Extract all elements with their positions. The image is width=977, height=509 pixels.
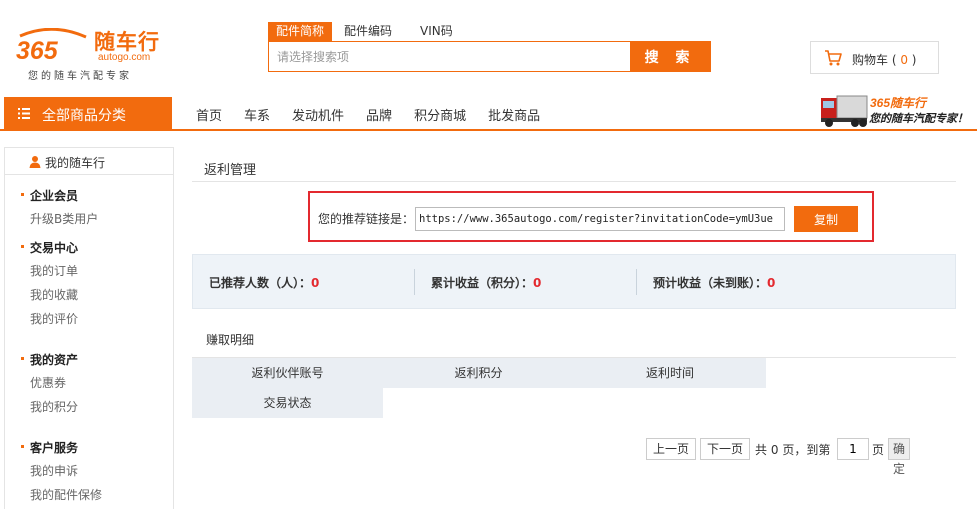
referral-link-box: 您的推荐链接是： 复制 — [308, 191, 874, 242]
logo-slogan: 您的随车汽配专家 — [28, 71, 132, 82]
stat-expected-earnings-value: 0 — [767, 276, 776, 290]
search-tab-vin[interactable]: VIN码 — [412, 22, 461, 41]
stat-divider — [636, 269, 637, 295]
sidebar-group-assets: 我的资产 — [21, 351, 78, 368]
sidebar-group-service: 客户服务 — [21, 439, 78, 456]
cart-button[interactable]: 购物车 ( 0 ) — [810, 41, 939, 74]
sidebar-link-orders[interactable]: 我的订单 — [30, 262, 78, 279]
sidebar-group-enterprise: 企业会员 — [21, 187, 78, 204]
logo-mark-text: 365 — [16, 37, 59, 62]
page-title-bar: 返利管理 — [192, 157, 956, 182]
logo-domain: autogo.com — [98, 52, 151, 63]
nav-item-brand[interactable]: 品牌 — [366, 105, 392, 124]
table-header-status: 交易状态 — [192, 388, 383, 418]
stat-referred: 已推荐人数（人）：0 — [209, 276, 320, 290]
stat-divider — [414, 269, 415, 295]
cart-count: 0 — [900, 53, 908, 67]
banner-brand: 365随车行 — [870, 96, 927, 110]
menu-icon — [18, 108, 30, 119]
stat-total-earnings-value: 0 — [533, 276, 542, 290]
user-sidebar: 我的随车行 企业会员 升级B类用户 交易中心 我的订单 我的收藏 我的评价 我的… — [4, 147, 174, 509]
stat-referred-value: 0 — [311, 276, 320, 290]
user-icon — [29, 156, 41, 168]
search-tab-code[interactable]: 配件编码 — [336, 22, 400, 41]
cart-icon — [825, 50, 842, 66]
referral-label: 您的推荐链接是： — [318, 212, 415, 226]
sidebar-link-points[interactable]: 我的积分 — [30, 398, 78, 415]
sidebar-link-favorites[interactable]: 我的收藏 — [30, 286, 78, 303]
truck-banner: 365随车行 您的随车汽配专家！ — [815, 88, 977, 132]
nav-item-points-mall[interactable]: 积分商城 — [414, 105, 466, 124]
sidebar-header: 我的随车行 — [5, 148, 173, 175]
sidebar-link-reviews[interactable]: 我的评价 — [30, 310, 78, 327]
stat-total-earnings: 累计收益（积分）：0 — [431, 276, 542, 290]
sidebar-link-complaints[interactable]: 我的申诉 — [30, 462, 78, 479]
sidebar-group-trade: 交易中心 — [21, 239, 78, 256]
all-categories-button[interactable]: 全部商品分类 — [4, 97, 172, 131]
nav-item-series[interactable]: 车系 — [244, 105, 270, 124]
all-categories-label: 全部商品分类 — [42, 108, 126, 124]
truck-icon — [821, 95, 868, 127]
earnings-detail-title: 赚取明细 — [206, 333, 255, 347]
site-logo[interactable]: 365 随车行 autogo.com 您的随车汽配专家 — [14, 24, 174, 84]
stats-panel: 已推荐人数（人）：0 累计收益（积分）：0 预计收益（未到账）：0 — [192, 254, 956, 309]
cart-label: 购物车 ( 0 ) — [852, 53, 917, 67]
search-box: 搜 索 — [268, 41, 711, 72]
main-nav: 首页 车系 发动机件 品牌 积分商城 批发商品 — [196, 105, 562, 125]
nav-item-home[interactable]: 首页 — [196, 105, 222, 124]
table-header-time: 返利时间 — [574, 358, 766, 388]
search-button[interactable]: 搜 索 — [630, 42, 710, 71]
sidebar-title: 我的随车行 — [45, 156, 106, 170]
page-number-input[interactable] — [837, 438, 869, 460]
nav-item-engine[interactable]: 发动机件 — [292, 105, 344, 124]
banner-slogan: 您的随车汽配专家！ — [869, 112, 968, 125]
table-header-points: 返利积分 — [383, 358, 574, 388]
sidebar-link-coupons[interactable]: 优惠券 — [30, 374, 66, 391]
sidebar-link-upgrade[interactable]: 升级B类用户 — [30, 210, 98, 227]
logo-mark-icon: 365 — [16, 28, 87, 62]
search-tabs: 配件简称 配件编码 VIN码 — [268, 22, 461, 41]
total-pages: 0 — [770, 443, 779, 457]
table-header-partner: 返利伙伴账号 — [192, 358, 383, 388]
page-title: 返利管理 — [204, 163, 257, 178]
earnings-detail-header: 赚取明细 — [192, 326, 956, 358]
total-pages-text: 共 0 页，到第 — [755, 443, 831, 457]
referral-link-field[interactable] — [415, 207, 785, 231]
page-confirm-button[interactable]: 确定 — [888, 438, 911, 476]
nav-item-wholesale[interactable]: 批发商品 — [488, 105, 540, 124]
search-input[interactable] — [269, 42, 631, 71]
copy-button[interactable]: 复制 — [794, 206, 858, 232]
next-page-button[interactable]: 下一页 — [700, 438, 751, 460]
stat-expected-earnings: 预计收益（未到账）：0 — [653, 276, 776, 290]
search-tab-abbr[interactable]: 配件简称 — [268, 22, 333, 41]
sidebar-link-warranty[interactable]: 我的配件保修 — [30, 486, 102, 503]
page-suffix: 页 — [872, 443, 885, 457]
prev-page-button[interactable]: 上一页 — [646, 438, 697, 460]
